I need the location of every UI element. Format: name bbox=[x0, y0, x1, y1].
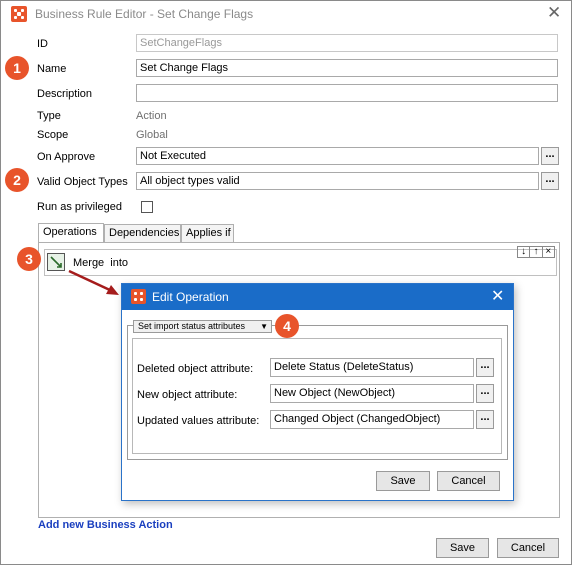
add-business-action-link[interactable]: Add new Business Action bbox=[38, 519, 173, 531]
dialog-app-icon bbox=[131, 289, 146, 304]
callout-badge-4: 4 bbox=[275, 314, 299, 338]
updated-values-label: Updated values attribute: bbox=[137, 415, 260, 427]
dropdown-label: Set import status attributes bbox=[138, 321, 246, 331]
new-object-label: New object attribute: bbox=[137, 389, 238, 401]
dialog-cancel-button[interactable]: Cancel bbox=[437, 471, 500, 491]
new-object-field[interactable]: New Object (NewObject) bbox=[270, 384, 474, 403]
cancel-button[interactable]: Cancel bbox=[497, 538, 559, 558]
deleted-object-field[interactable]: Delete Status (DeleteStatus) bbox=[270, 358, 474, 377]
deleted-object-label: Deleted object attribute: bbox=[137, 363, 254, 375]
dialog-title-bar: Edit Operation ✕ bbox=[122, 284, 513, 310]
new-object-browse-button[interactable]: ... bbox=[476, 384, 494, 403]
import-status-dropdown[interactable]: Set import status attributes ▼ bbox=[133, 320, 272, 333]
deleted-object-browse-button[interactable]: ... bbox=[476, 358, 494, 377]
save-button[interactable]: Save bbox=[436, 538, 489, 558]
updated-values-field[interactable]: Changed Object (ChangedObject) bbox=[270, 410, 474, 429]
dialog-save-button[interactable]: Save bbox=[376, 471, 430, 491]
dialog-title: Edit Operation bbox=[152, 290, 229, 304]
updated-values-browse-button[interactable]: ... bbox=[476, 410, 494, 429]
chevron-down-icon: ▼ bbox=[260, 322, 268, 331]
dialog-close-icon[interactable]: ✕ bbox=[491, 286, 504, 306]
